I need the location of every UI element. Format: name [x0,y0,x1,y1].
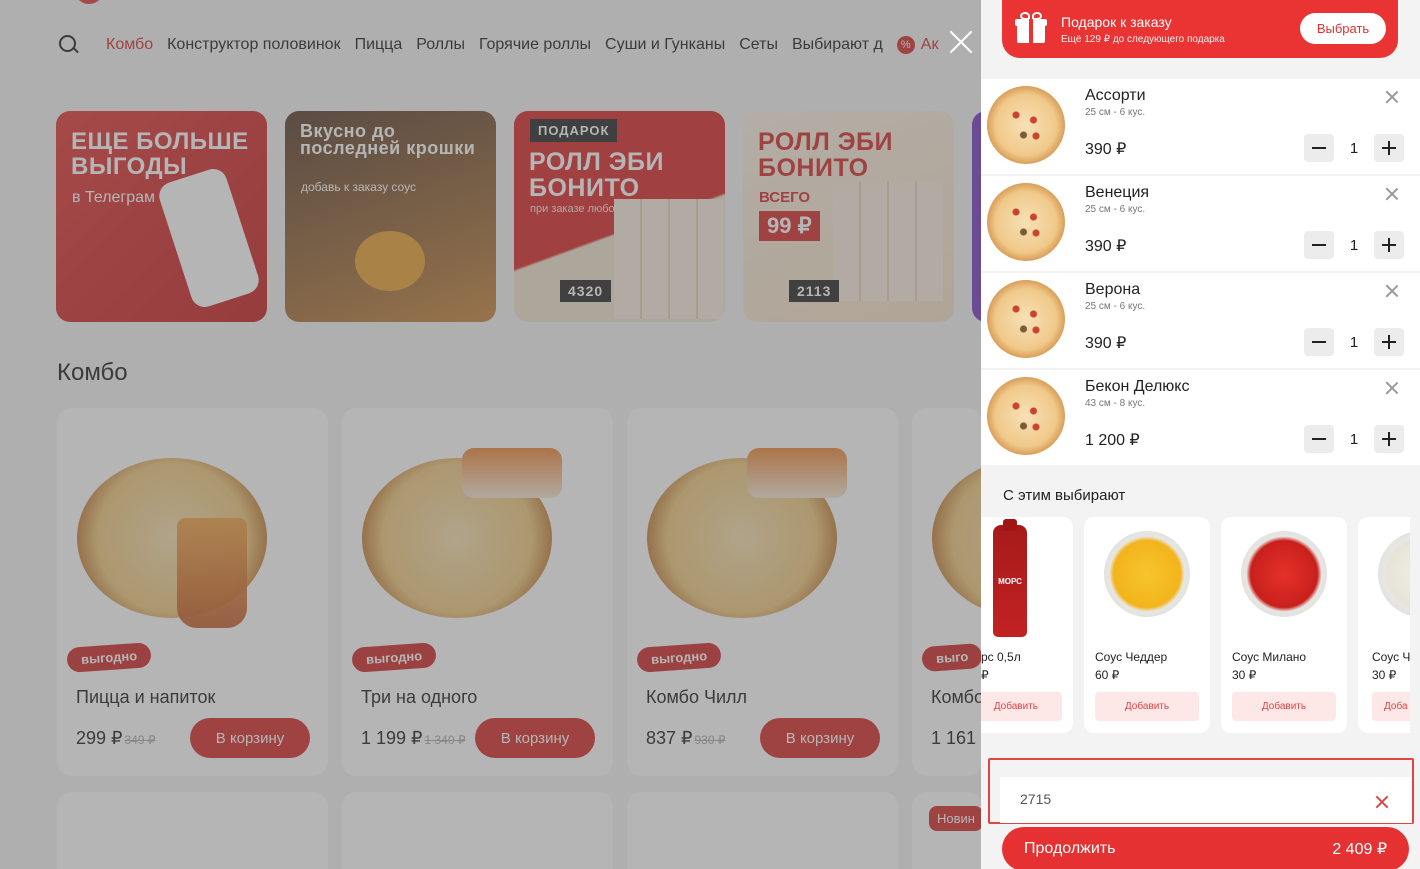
promo-code-input[interactable] [1020,791,1350,807]
upsell-price: 30 ₽ [1372,668,1397,682]
continue-label: Продолжить [1024,840,1116,857]
promo-code-highlight [988,758,1414,824]
minus-icon[interactable] [1304,425,1334,453]
upsell-price: 60 ₽ [1095,668,1120,682]
sauce-image [1241,531,1327,617]
bottle-label: МОРС [998,577,1022,586]
cart-item-name: Ассорти [1085,87,1146,104]
minus-icon[interactable] [1304,328,1334,356]
cart-item-price: 390 ₽ [1085,141,1127,158]
quantity-value: 1 [1349,236,1359,254]
upsell-carousel: МОРС рс 0,5л ₽ Добавить Соус Чеддер 60 ₽… [981,517,1410,733]
cart-item-price: 390 ₽ [1085,335,1127,352]
remove-item-icon[interactable] [1384,186,1400,202]
cart-item-details: 25 см - 6 кус. [1085,204,1146,215]
upsell-card[interactable]: МОРС рс 0,5л ₽ Добавить [981,517,1073,733]
upsell-card[interactable]: Соус Че 30 ₽ Доба [1358,517,1410,733]
cart-item-price: 1 200 ₽ [1085,432,1140,449]
add-upsell-button[interactable]: Добавить [981,692,1062,721]
plus-icon[interactable] [1374,134,1404,162]
continue-button[interactable]: Продолжить 2 409 ₽ [1002,827,1409,869]
cart-item-details: 25 см - 6 кус. [1085,107,1146,118]
pizza-thumbnail [987,377,1065,455]
remove-item-icon[interactable] [1384,380,1400,396]
quantity-value: 1 [1349,333,1359,351]
upsell-price: 30 ₽ [1232,668,1257,682]
upsell-name: рс 0,5л [981,650,1021,664]
minus-icon[interactable] [1304,134,1334,162]
gift-subtitle: Ещё 129 ₽ до следующего подарка [1061,33,1225,45]
cart-item: Верона 25 см - 6 кус. 390 ₽ 1 [981,273,1420,368]
cart-item: Бекон Делюкс 43 см - 8 кус. 1 200 ₽ 1 [981,370,1420,465]
sauce-image [1104,531,1190,617]
sauce-image [1378,531,1410,617]
plus-icon[interactable] [1374,328,1404,356]
quantity-stepper: 1 [1304,328,1404,356]
cart-items: Ассорти 25 см - 6 кус. 390 ₽ 1 Венеция 2… [981,79,1420,467]
pizza-thumbnail [987,280,1065,358]
cart-item: Ассорти 25 см - 6 кус. 390 ₽ 1 [981,79,1420,174]
upsell-card[interactable]: Соус Чеддер 60 ₽ Добавить [1084,517,1210,733]
remove-item-icon[interactable] [1384,283,1400,299]
quantity-value: 1 [1349,430,1359,448]
upsell-name: Соус Милано [1232,650,1307,664]
choose-gift-button[interactable]: Выбрать [1300,13,1386,44]
cart-item-details: 25 см - 6 кус. [1085,301,1146,312]
upsell-title: С этим выбирают [1003,487,1126,504]
quantity-stepper: 1 [1304,425,1404,453]
pizza-thumbnail [987,86,1065,164]
upsell-price: ₽ [981,668,989,682]
quantity-stepper: 1 [1304,231,1404,259]
cart-total: 2 409 ₽ [1332,841,1387,858]
add-upsell-button[interactable]: Добавить [1095,692,1199,721]
gift-text: Подарок к заказу Ещё 129 ₽ до следующего… [1061,14,1225,45]
clear-promo-icon[interactable] [1375,795,1389,809]
gift-title: Подарок к заказу [1061,13,1172,30]
gift-icon [1015,12,1047,44]
cart-item: Венеция 25 см - 6 кус. 390 ₽ 1 [981,176,1420,271]
cart-panel: Подарок к заказу Ещё 129 ₽ до следующего… [981,0,1420,869]
cart-item-name: Бекон Делюкс [1085,378,1190,395]
upsell-name: Соус Че [1372,650,1410,664]
bottle-image: МОРС [993,519,1027,637]
quantity-value: 1 [1349,139,1359,157]
add-upsell-button[interactable]: Доба [1372,692,1410,721]
close-icon[interactable] [946,27,976,57]
cart-item-price: 390 ₽ [1085,238,1127,255]
gift-banner: Подарок к заказу Ещё 129 ₽ до следующего… [1002,0,1398,58]
remove-item-icon[interactable] [1384,89,1400,105]
cart-item-details: 43 см - 8 кус. [1085,398,1146,409]
upsell-card[interactable]: Соус Милано 30 ₽ Добавить [1221,517,1347,733]
pizza-thumbnail [987,183,1065,261]
cart-item-name: Верона [1085,281,1141,298]
minus-icon[interactable] [1304,231,1334,259]
add-upsell-button[interactable]: Добавить [1232,692,1336,721]
upsell-name: Соус Чеддер [1095,650,1168,664]
plus-icon[interactable] [1374,231,1404,259]
quantity-stepper: 1 [1304,134,1404,162]
modal-overlay[interactable] [0,0,981,869]
cart-item-name: Венеция [1085,184,1150,201]
plus-icon[interactable] [1374,425,1404,453]
promo-code-field [1000,777,1412,823]
